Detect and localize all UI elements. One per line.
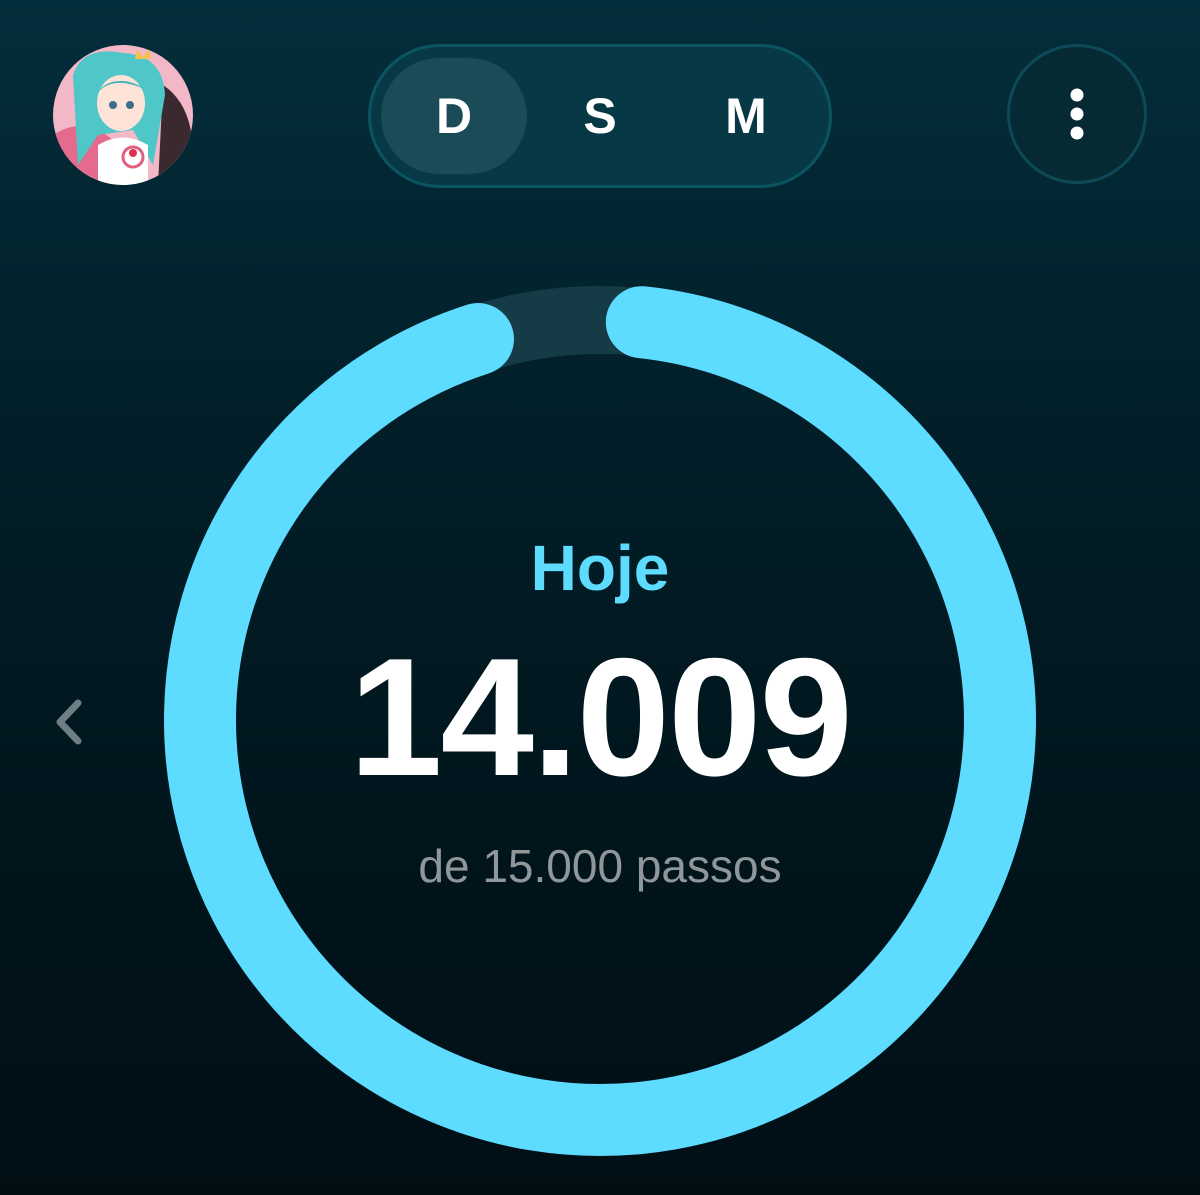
period-label: Hoje xyxy=(530,532,670,604)
steps-goal: de 15.000 passos xyxy=(418,840,782,892)
steps-count: 14.009 xyxy=(349,623,853,811)
